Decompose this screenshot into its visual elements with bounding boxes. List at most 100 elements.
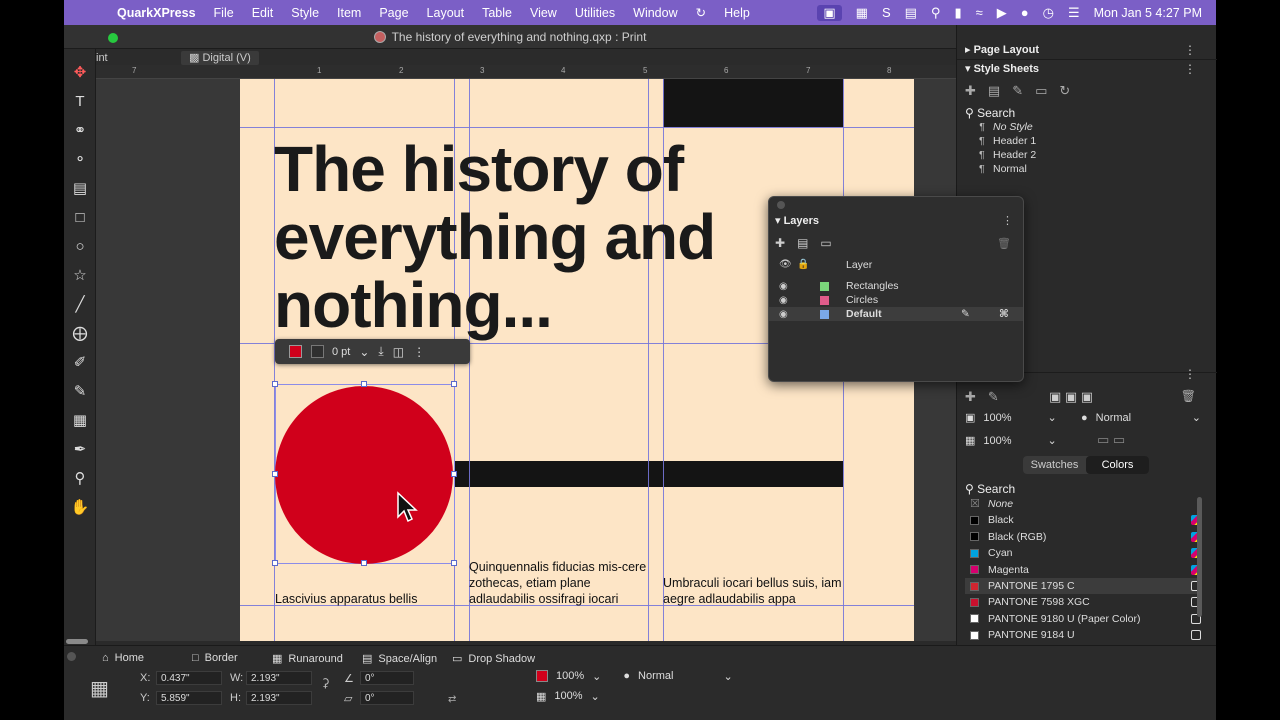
- resize-handle[interactable]: [361, 381, 367, 387]
- import-icon[interactable]: ⤓: [378, 344, 383, 359]
- horizontal-ruler[interactable]: 7 1 2 3 4 5 6 7 8: [96, 65, 956, 79]
- resize-handle[interactable]: [272, 381, 278, 387]
- color-item[interactable]: Magenta: [965, 562, 1201, 578]
- new-layer-icon[interactable]: ✚: [775, 236, 785, 250]
- chevron-down-icon[interactable]: ⌄: [1192, 411, 1201, 424]
- color-item[interactable]: Black (RGB): [965, 529, 1201, 545]
- zoom-window-button[interactable]: [108, 33, 118, 43]
- duplicate-icon[interactable]: ▭: [1035, 83, 1047, 99]
- grid-icon[interactable]: ▦: [856, 5, 868, 21]
- fill-color-swatch[interactable]: [536, 670, 548, 682]
- image-icon[interactable]: ▤: [905, 5, 917, 21]
- more-options-icon[interactable]: ⋮: [1184, 62, 1196, 76]
- menu-item[interactable]: Item: [328, 6, 370, 20]
- fill-opacity-field[interactable]: 100%: [556, 670, 584, 682]
- menu-utilities[interactable]: Utilities: [566, 6, 624, 20]
- blend-mode-select[interactable]: Normal: [1096, 412, 1131, 424]
- style-sheets-header[interactable]: ▾ Style Sheets: [965, 62, 1039, 75]
- tab-colors[interactable]: Colors: [1086, 456, 1149, 474]
- merge-layers-icon[interactable]: ▭: [820, 236, 831, 250]
- color-item[interactable]: ☒ None: [965, 496, 1201, 512]
- y-position-field[interactable]: 5.859": [156, 691, 222, 705]
- menu-page[interactable]: Page: [370, 6, 417, 20]
- frame-color-swatch[interactable]: [311, 345, 324, 358]
- unlinking-tool-icon[interactable]: ⚬: [69, 148, 91, 170]
- layer-row[interactable]: ◉ Default ✎ ⌘: [769, 307, 1023, 321]
- frame-fill-text-icons[interactable]: ▣ ▣ ▣: [1049, 389, 1093, 405]
- tab-swatches[interactable]: Swatches: [1023, 456, 1086, 474]
- style-search[interactable]: ⚲ Search: [965, 106, 1205, 120]
- chevron-down-icon[interactable]: ⌄: [1048, 411, 1057, 424]
- s-app-icon[interactable]: S: [882, 5, 891, 20]
- rectangle-box-tool-icon[interactable]: □: [69, 206, 91, 228]
- opacity-field[interactable]: 100%: [983, 412, 1011, 424]
- vertical-scrollbar[interactable]: [1197, 497, 1202, 617]
- body-text-column-1[interactable]: Lascivius apparatus bellis: [275, 591, 453, 607]
- select-point-tool-icon[interactable]: ✐: [69, 351, 91, 373]
- headline-text[interactable]: The history of everything and nothing...: [274, 135, 774, 339]
- more-options-icon[interactable]: ⋮: [1184, 43, 1196, 57]
- visibility-eye-icon[interactable]: ◉: [779, 281, 788, 292]
- close-palette-button[interactable]: [67, 652, 76, 661]
- layer-row[interactable]: ◉ Circles: [769, 293, 1023, 307]
- trash-icon[interactable]: 🗑: [997, 237, 1011, 250]
- menu-table[interactable]: Table: [473, 6, 521, 20]
- menu-window[interactable]: Window: [624, 6, 686, 20]
- chevron-down-icon[interactable]: ⌄: [723, 670, 732, 683]
- menu-layout[interactable]: Layout: [418, 6, 474, 20]
- horizontal-scrollbar[interactable]: [66, 639, 88, 644]
- move-to-layer-icon[interactable]: ▤: [797, 236, 808, 250]
- height-field[interactable]: 2.193": [246, 691, 312, 705]
- style-item[interactable]: ¶ Header 2: [979, 149, 1036, 161]
- black-rectangle-middle[interactable]: [455, 461, 843, 487]
- chevron-down-icon[interactable]: ⌄: [591, 690, 600, 703]
- script-icon[interactable]: ↻: [687, 5, 715, 20]
- play-icon[interactable]: ▶: [997, 5, 1007, 21]
- body-text-column-3[interactable]: Umbraculi iocari bellus suis, iam aegre …: [663, 575, 843, 607]
- body-text-column-2[interactable]: Quinquennalis fiducias mis-cere zothecas…: [469, 559, 647, 607]
- clock-icon[interactable]: ◷: [1043, 5, 1054, 21]
- shade-field[interactable]: 100%: [983, 435, 1011, 447]
- menubar-clock[interactable]: Mon Jan 5 4:27 PM: [1094, 6, 1202, 20]
- starburst-tool-icon[interactable]: ☆: [69, 264, 91, 286]
- width-field[interactable]: 2.193": [246, 671, 312, 685]
- shade-field[interactable]: 100%: [554, 690, 582, 702]
- more-options-icon[interactable]: ⋮: [1184, 367, 1196, 381]
- angle-field[interactable]: 0°: [360, 671, 414, 685]
- tab-runaround[interactable]: ▦ Runaround: [272, 652, 343, 666]
- style-item[interactable]: ¶ Normal: [979, 163, 1027, 175]
- resize-handle[interactable]: [451, 471, 457, 477]
- wifi-icon[interactable]: ≈: [976, 5, 983, 20]
- oval-box-tool-icon[interactable]: ○: [69, 235, 91, 257]
- align-icon[interactable]: ◫: [393, 345, 404, 359]
- resize-handle[interactable]: [361, 560, 367, 566]
- chevron-down-icon[interactable]: ⌄: [1048, 434, 1057, 447]
- new-style-icon[interactable]: ✚: [965, 83, 976, 99]
- chevron-down-icon[interactable]: ⌄: [592, 670, 601, 683]
- screen-recording-icon[interactable]: ▣: [817, 4, 842, 21]
- black-rectangle-top[interactable]: [663, 79, 843, 127]
- layer-row[interactable]: ◉ Rectangles: [769, 279, 1023, 293]
- tab-print[interactable]: int: [96, 51, 108, 65]
- color-item[interactable]: PANTONE 7598 XGC: [965, 594, 1201, 610]
- tab-space-align[interactable]: ▤ Space/Align: [362, 652, 437, 666]
- x-position-field[interactable]: 0.437": [156, 671, 222, 685]
- menu-help[interactable]: Help: [715, 6, 759, 20]
- style-item[interactable]: ¶ No Style: [979, 121, 1033, 133]
- color-item[interactable]: PANTONE 9184 U: [965, 627, 1201, 643]
- zoom-tool-icon[interactable]: ⚲: [69, 467, 91, 489]
- lock-proportions-icon[interactable]: ⚳: [321, 676, 330, 690]
- page-layout-header[interactable]: ▸ Page Layout: [965, 43, 1039, 56]
- trash-icon[interactable]: 🗑: [1181, 389, 1196, 403]
- item-tool-icon[interactable]: ✥: [69, 61, 91, 83]
- flip-icon[interactable]: ⇄: [448, 694, 456, 705]
- red-circle[interactable]: [275, 386, 453, 564]
- tab-border[interactable]: □ Border: [192, 652, 238, 664]
- resize-handle[interactable]: [451, 381, 457, 387]
- edit-icon[interactable]: ✎: [1012, 83, 1023, 99]
- pen-tool-icon[interactable]: ⨁: [69, 322, 91, 344]
- refresh-icon[interactable]: ↻: [1059, 83, 1070, 99]
- resize-handle[interactable]: [451, 560, 457, 566]
- color-item[interactable]: Black: [965, 512, 1201, 528]
- colors-search[interactable]: ⚲ Search: [965, 482, 1205, 496]
